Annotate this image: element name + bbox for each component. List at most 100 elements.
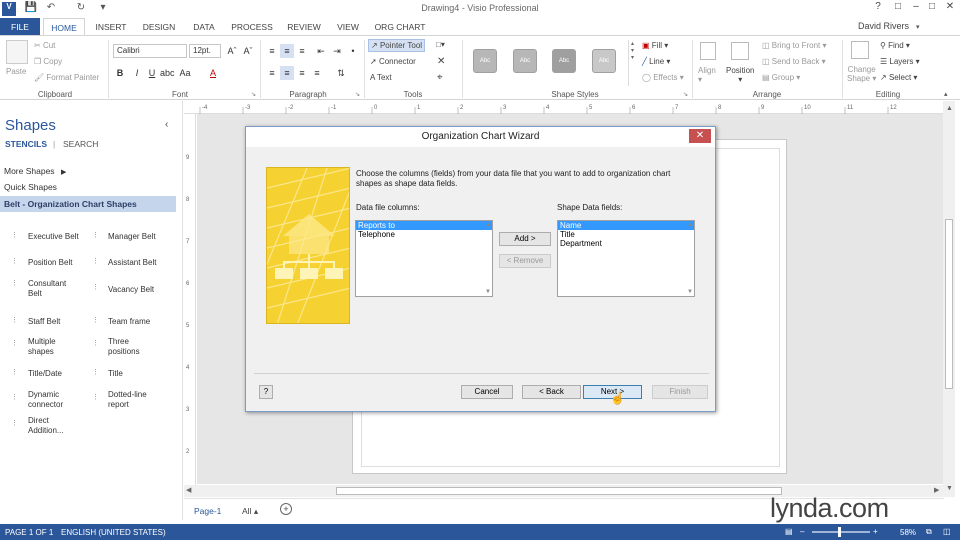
- tab-design[interactable]: DESIGN: [138, 18, 180, 36]
- tab-process[interactable]: PROCESS: [228, 18, 276, 36]
- list-item[interactable]: Reports to: [356, 221, 492, 230]
- maximize-button[interactable]: □: [922, 1, 942, 16]
- close-window-button[interactable]: ✕: [940, 1, 960, 16]
- tab-data[interactable]: DATA: [186, 18, 222, 36]
- strikethrough-button[interactable]: abc: [160, 66, 175, 80]
- user-menu-chevron-icon[interactable]: ▾: [916, 23, 920, 31]
- shape-item[interactable]: Manager Belt: [108, 232, 156, 242]
- grow-font-icon[interactable]: Aˆ: [225, 44, 239, 58]
- font-family-select[interactable]: Calibri: [113, 44, 187, 58]
- shape-item[interactable]: Dotted-line report: [108, 390, 147, 410]
- list-scroll-up-icon[interactable]: ▲: [687, 222, 693, 228]
- switch-windows-icon[interactable]: ◫: [943, 527, 951, 536]
- all-pages-button[interactable]: All ▴: [242, 506, 258, 517]
- shape-item[interactable]: Vacancy Belt: [108, 285, 154, 295]
- change-shape-icon[interactable]: [851, 41, 869, 59]
- vertical-scroll-thumb[interactable]: [945, 219, 953, 389]
- back-button[interactable]: < Back: [522, 385, 581, 399]
- list-item[interactable]: Name: [558, 221, 694, 230]
- data-file-columns-list[interactable]: Reports to Telephone ▲ ▼: [355, 220, 493, 297]
- help-icon[interactable]: ?: [868, 1, 888, 16]
- page-tab[interactable]: Page-1: [194, 506, 221, 516]
- more-shapes-item[interactable]: More Shapes ▶: [4, 166, 66, 176]
- user-name[interactable]: David Rivers: [858, 21, 909, 31]
- shape-item[interactable]: Consultant Belt: [28, 279, 66, 299]
- shape-item[interactable]: Staff Belt: [28, 317, 60, 327]
- shape-item[interactable]: Direct Addition...: [28, 416, 64, 436]
- bullets-icon[interactable]: •: [346, 44, 360, 58]
- text-tool-button[interactable]: A Text: [370, 73, 392, 82]
- font-dialog-launcher-icon[interactable]: ↘: [251, 91, 256, 98]
- tab-stencils[interactable]: STENCILS: [5, 139, 47, 149]
- shape-data-fields-list[interactable]: Name Title Department ▲ ▼: [557, 220, 695, 297]
- align-icon[interactable]: [700, 42, 716, 60]
- close-tool-icon[interactable]: ✕: [437, 56, 445, 67]
- group-button[interactable]: ▤ Group ▾: [762, 73, 800, 82]
- styles-gallery-more-icon[interactable]: ▴ ▾ ▾: [628, 40, 636, 86]
- zoom-out-icon[interactable]: –: [800, 527, 804, 536]
- shrink-font-icon[interactable]: Aˇ: [241, 44, 255, 58]
- shape-style-3[interactable]: Abc: [552, 49, 576, 73]
- fill-button[interactable]: ▣ Fill ▾: [642, 41, 668, 50]
- list-item[interactable]: Department: [558, 239, 694, 248]
- cancel-button[interactable]: Cancel: [461, 385, 513, 399]
- effects-button[interactable]: ◯ Effects ▾: [642, 73, 684, 82]
- position-icon[interactable]: [731, 42, 749, 60]
- shape-styles-dialog-launcher-icon[interactable]: ↘: [683, 91, 688, 98]
- copy-button[interactable]: ❐ Copy: [34, 57, 62, 66]
- ribbon-display-icon[interactable]: □: [888, 1, 908, 16]
- shape-item[interactable]: Multiple shapes: [28, 337, 56, 357]
- align-right-icon[interactable]: ≡: [295, 66, 309, 80]
- language-indicator[interactable]: ENGLISH (UNITED STATES): [61, 528, 166, 537]
- align-left-icon[interactable]: ≡: [265, 66, 279, 80]
- collapse-pane-icon[interactable]: ‹: [165, 119, 168, 130]
- align-top-icon[interactable]: ≡: [265, 44, 279, 58]
- bring-to-front-button[interactable]: ◫ Bring to Front ▾: [762, 41, 827, 50]
- change-case-icon[interactable]: Aa: [178, 66, 192, 80]
- change-shape-button[interactable]: Change Shape ▾: [847, 65, 876, 83]
- zoom-slider-thumb[interactable]: [838, 527, 841, 537]
- shape-item[interactable]: Executive Belt: [28, 232, 79, 242]
- text-direction-icon[interactable]: ⇅: [334, 66, 348, 80]
- rectangle-tool-icon[interactable]: □▾: [436, 40, 445, 49]
- scroll-down-icon[interactable]: ▼: [946, 485, 953, 492]
- pointer-tool-button[interactable]: ↗ Pointer Tool: [368, 39, 426, 52]
- shape-style-1[interactable]: Abc: [473, 49, 497, 73]
- font-color-icon[interactable]: A: [206, 66, 220, 80]
- paste-icon[interactable]: [6, 40, 28, 64]
- vertical-scrollbar[interactable]: ▲ ▼: [943, 101, 955, 497]
- shape-style-2[interactable]: Abc: [513, 49, 537, 73]
- align-center-icon[interactable]: ≡: [280, 66, 294, 80]
- align-bottom-icon[interactable]: ≡: [295, 44, 309, 58]
- tab-review[interactable]: REVIEW: [282, 18, 326, 36]
- position-button[interactable]: Position ▾: [726, 66, 754, 84]
- align-button[interactable]: Align ▾: [698, 66, 716, 84]
- connector-button[interactable]: ➚ Connector: [370, 57, 416, 66]
- list-item[interactable]: Title: [558, 230, 694, 239]
- send-to-back-button[interactable]: ◫ Send to Back ▾: [762, 57, 826, 66]
- page-count[interactable]: PAGE 1 OF 1: [5, 528, 53, 537]
- align-middle-icon[interactable]: ≡: [280, 44, 294, 58]
- add-page-icon[interactable]: +: [280, 503, 292, 515]
- font-size-select[interactable]: 12pt.: [189, 44, 221, 58]
- list-scroll-down-icon[interactable]: ▼: [687, 289, 693, 295]
- scroll-left-icon[interactable]: ◀: [186, 486, 191, 494]
- tab-view[interactable]: VIEW: [333, 18, 363, 36]
- quick-shapes-item[interactable]: Quick Shapes: [4, 182, 57, 192]
- increase-indent-icon[interactable]: ⇥: [330, 44, 344, 58]
- help-button[interactable]: ?: [259, 385, 273, 399]
- scroll-up-icon[interactable]: ▲: [946, 105, 953, 112]
- find-button[interactable]: ⚲ Find ▾: [880, 41, 910, 50]
- presentation-mode-icon[interactable]: ▤: [785, 527, 793, 536]
- shape-item[interactable]: Dynamic connector: [28, 390, 63, 410]
- decrease-indent-icon[interactable]: ⇤: [314, 44, 328, 58]
- shape-item[interactable]: Assistant Belt: [108, 258, 156, 268]
- zoom-level[interactable]: 58%: [900, 528, 916, 537]
- horizontal-scroll-thumb[interactable]: [336, 487, 782, 495]
- list-item[interactable]: Telephone: [356, 230, 492, 239]
- add-button[interactable]: Add >: [499, 232, 551, 246]
- paste-button[interactable]: Paste: [6, 67, 26, 76]
- collapse-ribbon-icon[interactable]: ▴: [944, 90, 948, 98]
- paragraph-dialog-launcher-icon[interactable]: ↘: [355, 91, 360, 98]
- italic-button[interactable]: I: [130, 66, 144, 80]
